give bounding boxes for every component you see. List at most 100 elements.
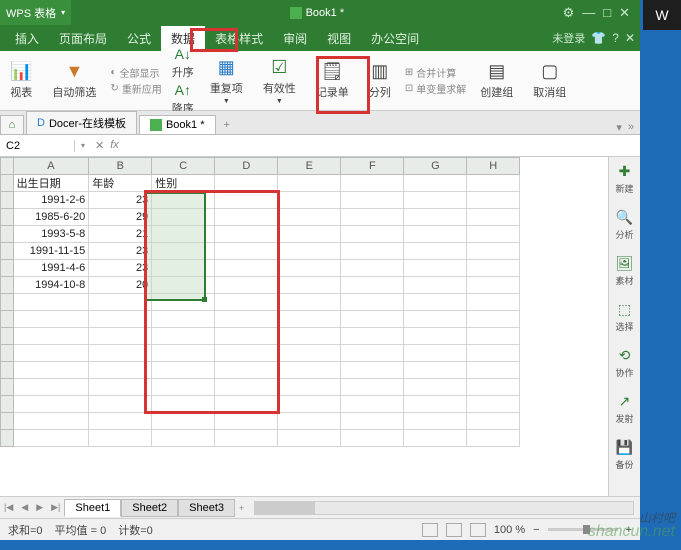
name-box-dropdown[interactable]: ▾ xyxy=(75,141,91,150)
zoom-slider[interactable] xyxy=(548,528,618,531)
sidebar-analyze[interactable]: 🔍分析 xyxy=(615,209,633,241)
show-all-icon: ◐ xyxy=(110,67,116,78)
text-to-columns-button[interactable]: ▥分列 xyxy=(365,58,395,103)
table-row xyxy=(1,345,520,362)
solver-icon: ⊡ xyxy=(405,83,413,94)
fx-cancel-icon[interactable]: ✕ xyxy=(95,139,104,152)
sidebar-select[interactable]: ⬚选择 xyxy=(615,301,633,333)
docer-tab[interactable]: DDocer-在线模板 xyxy=(26,111,137,134)
settings-icon[interactable]: ⚙ xyxy=(563,5,575,21)
title-center: Book1 * xyxy=(71,7,562,19)
header-age[interactable]: 年龄 xyxy=(89,175,152,192)
ungroup-icon: ▢ xyxy=(541,61,558,82)
col-header-c[interactable]: C xyxy=(152,158,215,175)
tab-list-icon[interactable]: ▾ xyxy=(616,121,622,134)
sort-asc-button[interactable]: A↓升序 xyxy=(172,46,194,80)
backup-icon: 💾 xyxy=(616,439,633,456)
header-gender[interactable]: 性别 xyxy=(152,175,215,192)
zoom-thumb[interactable] xyxy=(583,525,590,534)
table-row: 1985-6-2029 xyxy=(1,209,520,226)
duplicates-icon: ▦ xyxy=(218,57,235,78)
sidebar-backup[interactable]: 💾备份 xyxy=(615,439,633,471)
tab-overflow-icon[interactable]: » xyxy=(628,121,634,134)
name-box[interactable]: C2 xyxy=(0,140,75,152)
book1-tab[interactable]: Book1 * xyxy=(139,115,216,134)
menu-formula[interactable]: 公式 xyxy=(117,26,161,51)
col-header-h[interactable]: H xyxy=(467,158,520,175)
formula-bar: C2 ▾ ✕ fx xyxy=(0,135,640,157)
menu-office-space[interactable]: 办公空间 xyxy=(361,26,429,51)
table-row: 1993-5-821 xyxy=(1,226,520,243)
show-all-button[interactable]: ◐全部显示 xyxy=(110,65,161,80)
spreadsheet[interactable]: A B C D E F G H 出生日期年龄性别 1991-2-623 1985… xyxy=(0,157,608,496)
book-icon xyxy=(150,119,162,131)
solver-button[interactable]: ⊡单变量求解 xyxy=(405,81,466,96)
columns-icon: ▥ xyxy=(371,61,388,82)
sheet-tab-1[interactable]: Sheet1 xyxy=(64,499,121,517)
duplicates-button[interactable]: ▦重复项▼ xyxy=(206,54,247,108)
minimize-button[interactable]: — xyxy=(582,5,595,21)
zoom-in-button[interactable]: + xyxy=(626,524,632,536)
ungroup-button[interactable]: ▢取消组 xyxy=(529,58,570,103)
app-menu-button[interactable]: WPS 表格 xyxy=(0,0,71,25)
close-button[interactable]: ✕ xyxy=(619,5,630,21)
sidebar-collab[interactable]: ⟲协作 xyxy=(615,347,633,379)
sheet-nav-last[interactable]: ▶| xyxy=(47,502,64,513)
menu-page-layout[interactable]: 页面布局 xyxy=(49,26,117,51)
group-button[interactable]: ▤创建组 xyxy=(476,58,517,103)
sheet-tabs: |◀ ◀ ▶ ▶| Sheet1 Sheet2 Sheet3 + xyxy=(0,496,640,518)
help-icon[interactable]: ? xyxy=(612,31,619,45)
table-row xyxy=(1,362,520,379)
menu-view[interactable]: 视图 xyxy=(317,26,361,51)
view-break-button[interactable] xyxy=(470,523,486,537)
col-header-a[interactable]: A xyxy=(13,158,89,175)
zoom-out-button[interactable]: − xyxy=(533,524,539,536)
login-status[interactable]: 未登录 xyxy=(552,30,585,46)
table-row xyxy=(1,311,520,328)
table-row xyxy=(1,430,520,447)
menu-insert[interactable]: 插入 xyxy=(5,26,49,51)
add-sheet-button[interactable]: + xyxy=(235,503,248,513)
col-header-b[interactable]: B xyxy=(89,158,152,175)
menu-review[interactable]: 审阅 xyxy=(273,26,317,51)
menu-table-style[interactable]: 表格样式 xyxy=(205,26,273,51)
status-count: 计数=0 xyxy=(118,522,153,538)
sheet-nav-first[interactable]: |◀ xyxy=(0,502,17,513)
consolidate-button[interactable]: ⊞合并计算 xyxy=(405,65,466,80)
sidebar-material[interactable]: 🖼素材 xyxy=(615,255,633,287)
consolidate-icon: ⊞ xyxy=(405,67,413,78)
maximize-button[interactable]: □ xyxy=(603,5,611,21)
wps-window: WPS 表格 Book1 * ⚙ — □ ✕ 插入 页面布局 公式 数据 表格样… xyxy=(0,0,640,540)
skin-icon[interactable]: 👕 xyxy=(591,31,606,45)
form-button[interactable]: 🗒记录单 xyxy=(312,58,353,103)
scrollbar-thumb[interactable] xyxy=(255,502,315,514)
select-all-corner[interactable] xyxy=(1,158,14,175)
col-header-d[interactable]: D xyxy=(215,158,278,175)
ribbon-close-icon[interactable]: ✕ xyxy=(625,31,635,45)
horizontal-scrollbar[interactable] xyxy=(254,501,634,515)
sort-desc-icon: A↑ xyxy=(175,82,191,98)
view-page-button[interactable] xyxy=(446,523,462,537)
document-title: Book1 * xyxy=(306,7,345,19)
sheet-tab-3[interactable]: Sheet3 xyxy=(178,499,235,517)
zoom-level[interactable]: 100 % xyxy=(494,524,525,536)
col-header-g[interactable]: G xyxy=(404,158,467,175)
validity-button[interactable]: ☑有效性▼ xyxy=(259,54,300,108)
sidebar-launch[interactable]: ↗发射 xyxy=(615,393,633,425)
autofilter-button[interactable]: ▼ 自动筛选 xyxy=(48,58,100,103)
reapply-button[interactable]: ↻重新应用 xyxy=(110,81,161,96)
add-tab-button[interactable]: + xyxy=(218,116,236,134)
view-normal-button[interactable] xyxy=(422,523,438,537)
sheet-tab-2[interactable]: Sheet2 xyxy=(121,499,178,517)
window-controls: ⚙ — □ ✕ xyxy=(563,5,640,21)
col-header-e[interactable]: E xyxy=(278,158,341,175)
home-tab[interactable]: ⌂ xyxy=(0,115,24,134)
sheet-nav-prev[interactable]: ◀ xyxy=(17,502,32,513)
status-sum: 求和=0 xyxy=(8,522,43,538)
fx-label[interactable]: fx xyxy=(110,139,119,152)
sheet-nav-next[interactable]: ▶ xyxy=(32,502,47,513)
col-header-f[interactable]: F xyxy=(341,158,404,175)
pivot-table-button[interactable]: 📊 视表 xyxy=(6,58,36,103)
sidebar-new[interactable]: ✚新建 xyxy=(615,163,633,195)
header-birthdate[interactable]: 出生日期 xyxy=(13,175,89,192)
